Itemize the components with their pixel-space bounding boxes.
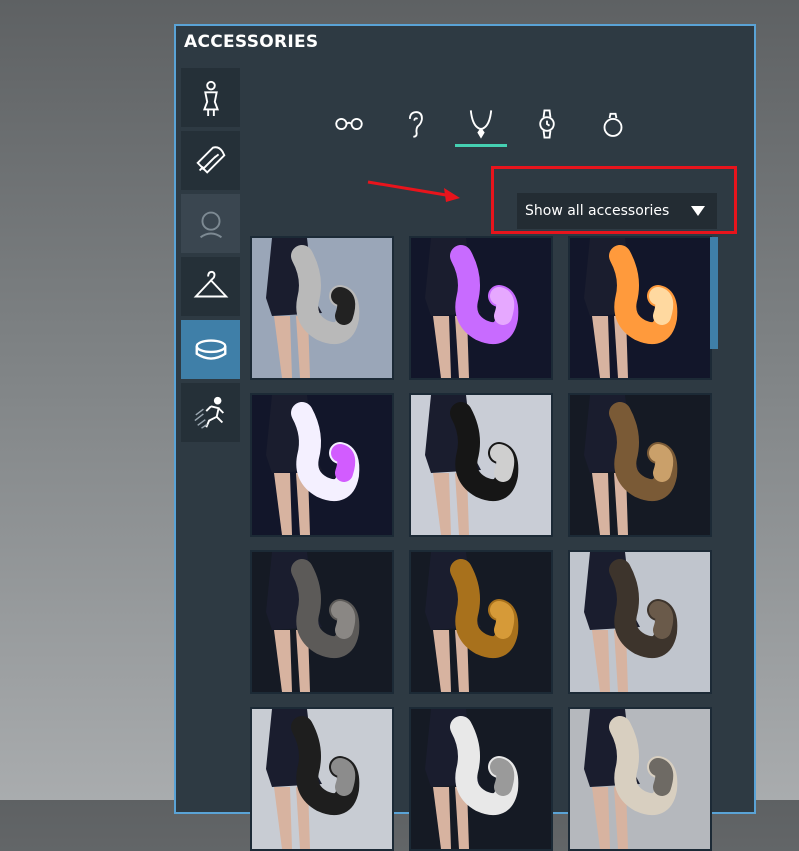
accessory-item-grey-fur-tail[interactable] — [250, 550, 394, 694]
tail-thumbnail-image — [570, 238, 710, 378]
necklace-icon — [469, 110, 493, 139]
glasses-icon — [335, 117, 363, 131]
accessory-item-brown-fur-tail[interactable] — [568, 550, 712, 694]
accessory-item-grey-black-tail[interactable] — [250, 236, 394, 380]
sidebar-item-face[interactable] — [181, 194, 240, 253]
accessory-item-orange-glow-tail[interactable] — [568, 236, 712, 380]
accessory-item-golden-fur-tail[interactable] — [409, 550, 553, 694]
comb-icon — [195, 145, 225, 174]
accessory-ring-icon — [195, 338, 226, 360]
accessory-item-purple-glow-tail[interactable] — [409, 236, 553, 380]
tail-thumbnail-image — [570, 709, 710, 849]
sidebar-item-body[interactable] — [181, 68, 240, 127]
tail-thumbnail-image — [252, 238, 392, 378]
hanger-icon — [193, 270, 228, 297]
body-icon — [202, 80, 219, 116]
annotation-highlight-box — [491, 166, 737, 234]
accessory-item-dark-tail[interactable] — [250, 707, 394, 851]
accessory-item-leopard-tail[interactable] — [568, 393, 712, 537]
tail-thumbnail-image — [411, 709, 551, 849]
accessory-item-black-white-tail[interactable] — [409, 393, 553, 537]
sidebar-item-hair[interactable] — [181, 131, 240, 190]
category-necklaces[interactable] — [458, 104, 504, 144]
sidebar-item-accessories[interactable] — [181, 320, 240, 379]
selected-category-indicator — [455, 144, 507, 147]
watch-icon — [539, 109, 555, 139]
accessories-panel: ACCESSORIES Show all accessories — [174, 24, 756, 851]
category-rings[interactable] — [590, 104, 636, 144]
tail-thumbnail-image — [252, 552, 392, 692]
running-figure-icon — [193, 396, 224, 429]
head-outline-icon — [199, 211, 222, 238]
accessory-item-white-grey-tail[interactable] — [409, 707, 553, 851]
sidebar-item-clothing[interactable] — [181, 257, 240, 316]
ear-icon — [408, 111, 423, 138]
tail-thumbnail-image — [252, 395, 392, 535]
tail-thumbnail-image — [570, 395, 710, 535]
tail-thumbnail-image — [411, 552, 551, 692]
tail-thumbnail-image — [411, 238, 551, 378]
accessory-item-cream-tail[interactable] — [568, 707, 712, 851]
category-watches[interactable] — [524, 104, 570, 144]
ring-icon — [603, 112, 623, 137]
panel-title: ACCESSORIES — [184, 32, 319, 52]
tail-thumbnail-image — [570, 552, 710, 692]
sidebar-item-animations[interactable] — [181, 383, 240, 442]
accessory-item-white-glow-tail[interactable] — [250, 393, 394, 537]
annotation-arrow-icon — [367, 180, 460, 202]
tail-thumbnail-image — [411, 395, 551, 535]
sidebar — [181, 68, 242, 446]
category-bar — [326, 104, 626, 150]
tail-thumbnail-image — [252, 709, 392, 849]
grid-scrollbar[interactable] — [710, 237, 718, 349]
category-earrings[interactable] — [392, 104, 438, 144]
category-glasses[interactable] — [326, 104, 372, 144]
